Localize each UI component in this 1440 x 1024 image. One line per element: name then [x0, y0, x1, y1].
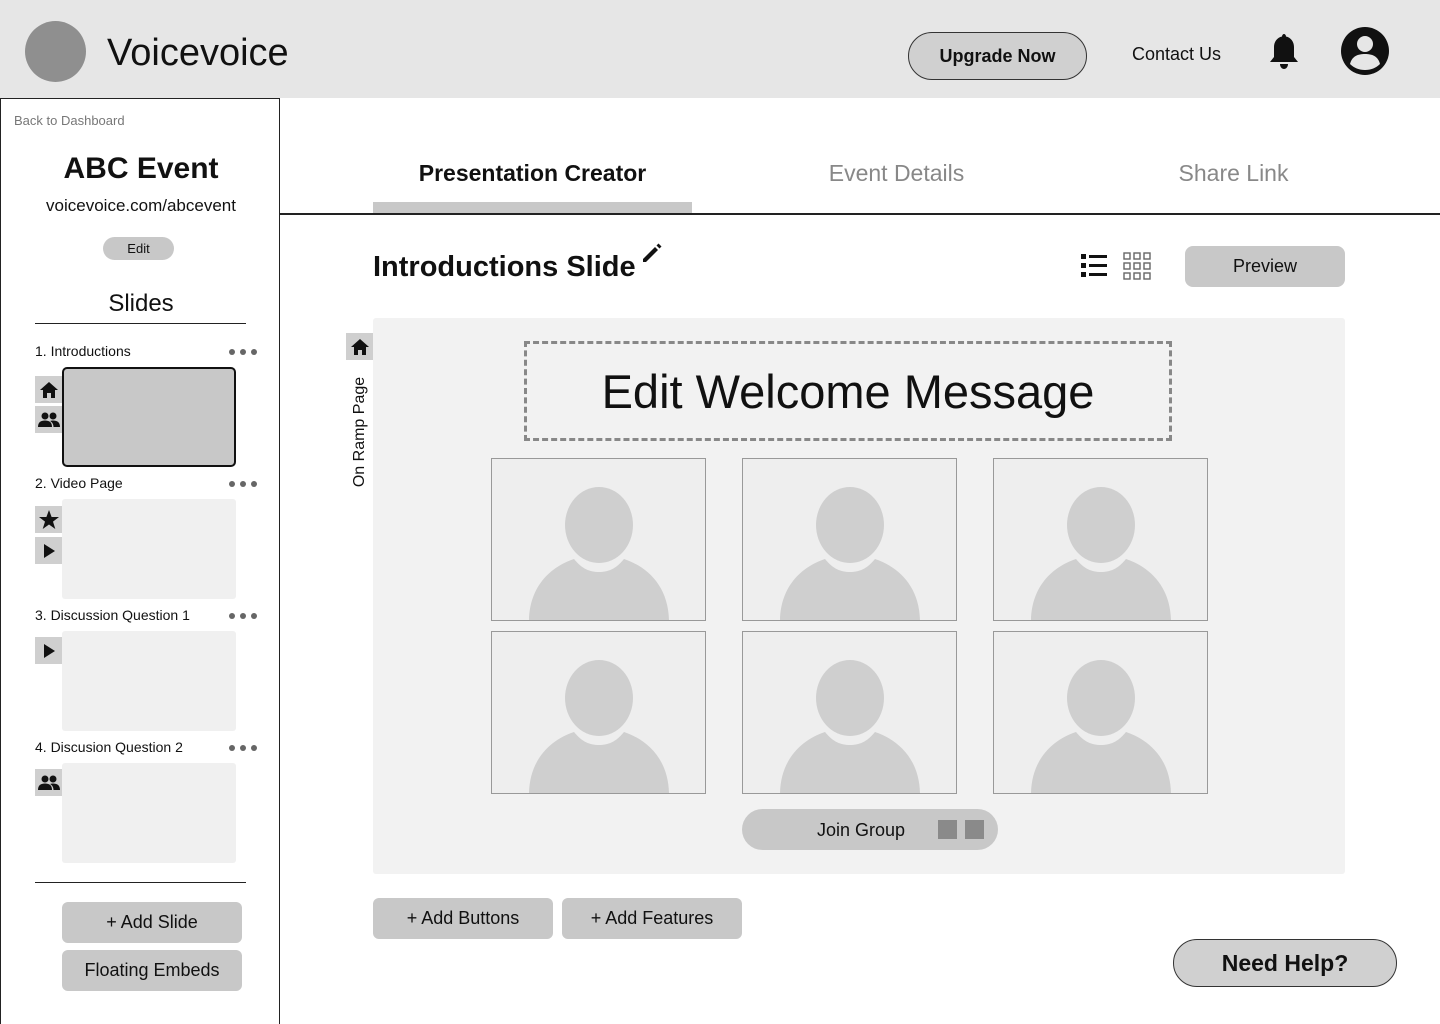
slides-heading: Slides: [108, 290, 174, 317]
tabs-divider: [280, 213, 1440, 215]
slide-thumbnail[interactable]: [62, 499, 236, 599]
person-silhouette-icon: [529, 487, 669, 620]
preview-button[interactable]: Preview: [1185, 246, 1345, 287]
welcome-message-field[interactable]: Edit Welcome Message: [524, 341, 1172, 441]
slide-label[interactable]: 3. Discussion Question 1: [35, 607, 190, 623]
person-silhouette-icon: [529, 660, 669, 793]
slide-label[interactable]: 4. Discusion Question 2: [35, 739, 183, 755]
play-icon: [35, 537, 62, 564]
edit-event-button[interactable]: Edit: [103, 237, 174, 260]
bell-icon[interactable]: [1266, 32, 1302, 70]
active-tab-indicator: [373, 202, 692, 213]
divider: [35, 323, 246, 324]
add-buttons-button[interactable]: + Add Buttons: [373, 898, 553, 939]
slides-sidebar: Back to Dashboard ABC Event voicevoice.c…: [0, 98, 280, 1024]
person-silhouette-icon: [780, 660, 920, 793]
pencil-icon[interactable]: [640, 240, 664, 264]
group-icon: [35, 406, 62, 433]
floating-embeds-button[interactable]: Floating Embeds: [62, 950, 242, 991]
join-group-button[interactable]: Join Group: [742, 809, 998, 850]
square-icon: [965, 820, 984, 839]
account-icon[interactable]: [1340, 26, 1390, 76]
need-help-button[interactable]: Need Help?: [1173, 939, 1397, 987]
person-silhouette-icon: [1031, 487, 1171, 620]
add-features-button[interactable]: + Add Features: [562, 898, 742, 939]
group-icon: [35, 769, 62, 796]
participant-placeholder: [742, 458, 957, 621]
participant-placeholder: [491, 458, 706, 621]
slide-menu-icon[interactable]: [229, 480, 257, 488]
participant-placeholder: [993, 458, 1208, 621]
tab-event-details[interactable]: Event Details: [737, 160, 1056, 187]
slide-label[interactable]: 2. Video Page: [35, 475, 123, 491]
upgrade-now-button[interactable]: Upgrade Now: [908, 32, 1087, 80]
slide-label[interactable]: 1. Introductions: [35, 343, 131, 359]
join-group-label: Join Group: [817, 820, 906, 840]
list-view-icon[interactable]: [1080, 252, 1108, 280]
divider: [35, 882, 246, 883]
slide-thumbnail[interactable]: [62, 367, 236, 467]
contact-us-link[interactable]: Contact Us: [1132, 44, 1221, 65]
event-url: voicevoice.com/abcevent: [46, 196, 236, 215]
top-header: Voicevoice Upgrade Now Contact Us: [0, 0, 1440, 98]
slide-menu-icon[interactable]: [229, 348, 257, 356]
slide-menu-icon[interactable]: [229, 612, 257, 620]
participant-placeholder: [742, 631, 957, 794]
home-icon: [35, 376, 62, 403]
slide-menu-icon[interactable]: [229, 744, 257, 752]
person-silhouette-icon: [780, 487, 920, 620]
slide-thumbnail[interactable]: [62, 763, 236, 863]
back-to-dashboard-link[interactable]: Back to Dashboard: [14, 113, 125, 128]
brand-name: Voicevoice: [107, 32, 289, 74]
slide-title: Introductions Slide: [373, 251, 636, 283]
person-silhouette-icon: [1031, 660, 1171, 793]
add-slide-button[interactable]: + Add Slide: [62, 902, 242, 943]
on-ramp-page-label: On Ramp Page: [351, 376, 368, 488]
participant-placeholder: [491, 631, 706, 794]
play-icon: [35, 637, 62, 664]
tab-presentation-creator[interactable]: Presentation Creator: [373, 160, 692, 187]
event-title: ABC Event: [63, 152, 219, 185]
square-icon: [938, 820, 957, 839]
slide-thumbnail[interactable]: [62, 631, 236, 731]
participant-placeholder: [993, 631, 1208, 794]
star-icon: [35, 506, 62, 533]
tab-share-link[interactable]: Share Link: [1074, 160, 1393, 187]
logo-icon[interactable]: [25, 21, 86, 82]
home-icon: [346, 333, 373, 360]
grid-view-icon[interactable]: [1122, 251, 1152, 281]
